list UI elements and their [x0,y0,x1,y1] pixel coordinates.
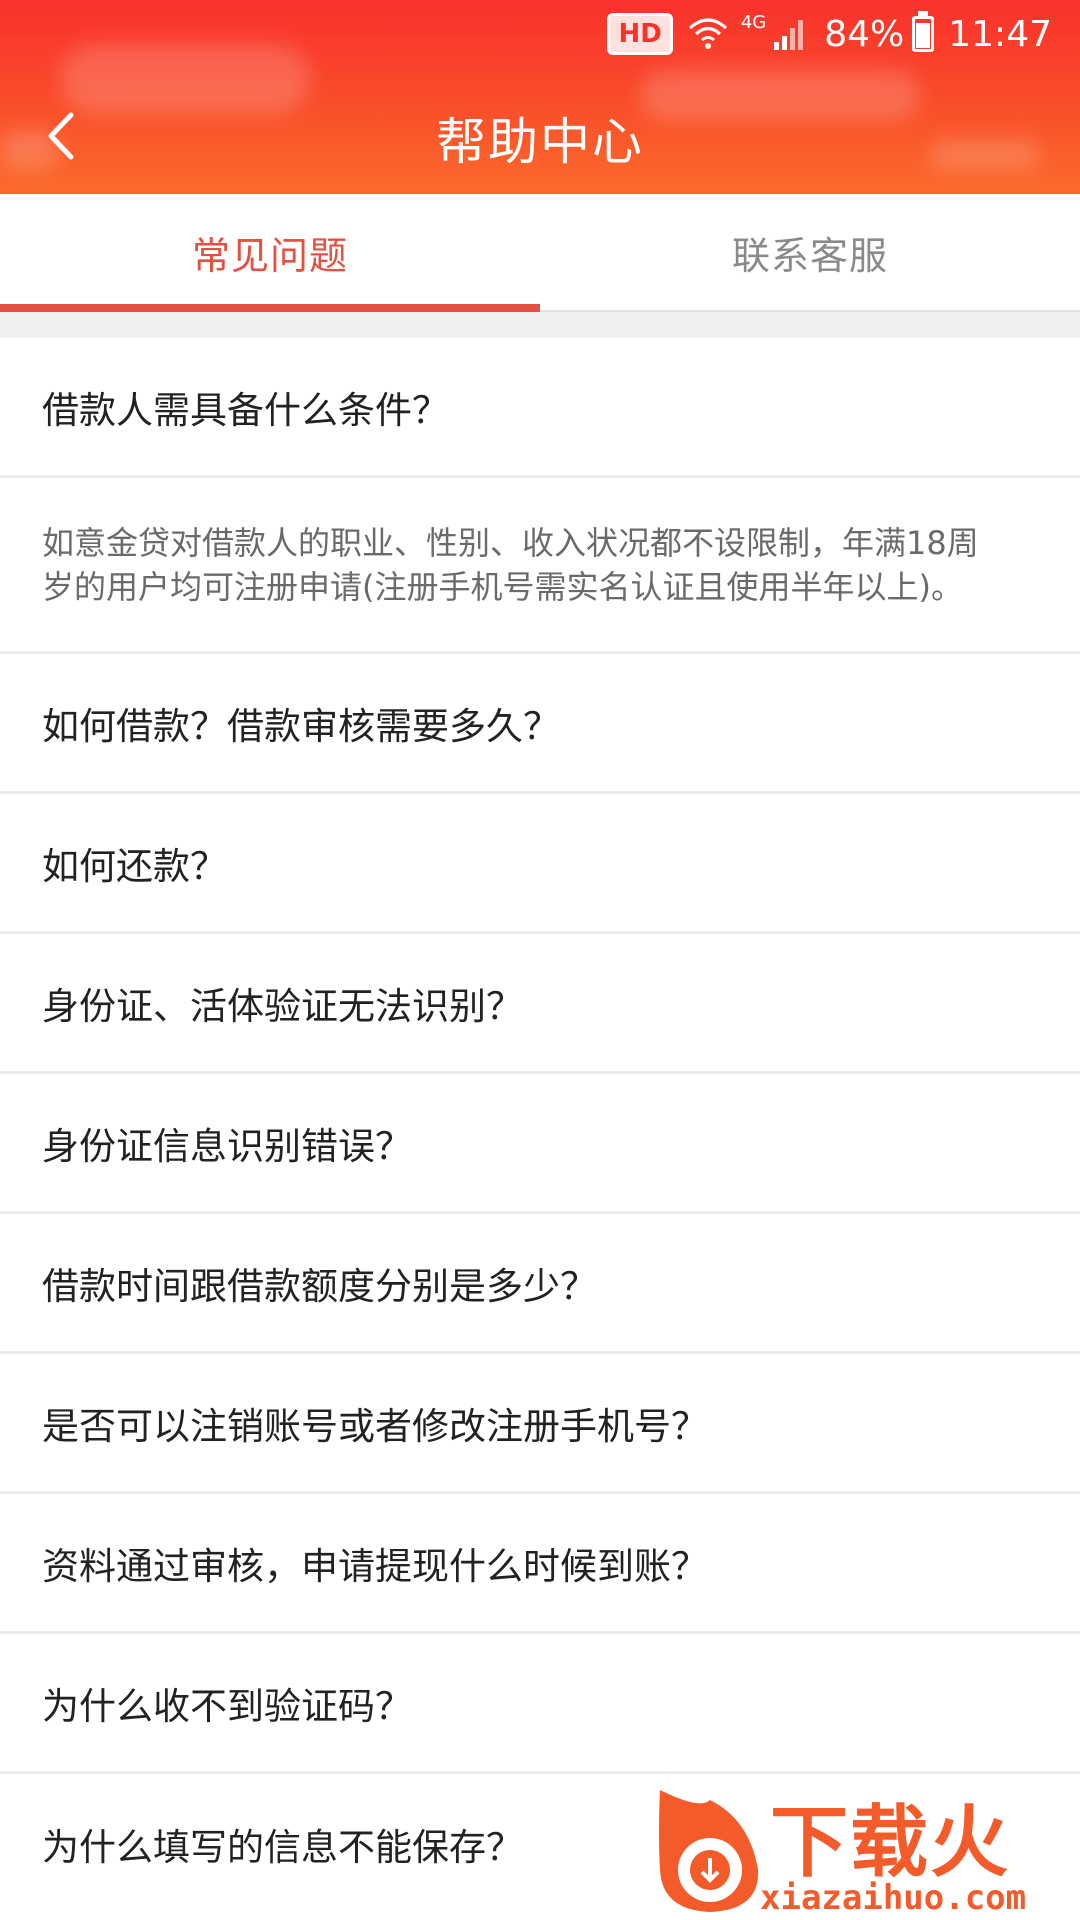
watermark-name: 下载火 [770,1798,1011,1888]
faq-question[interactable]: 是否可以注销账号或者修改注册手机号？ [0,1354,1080,1494]
network-type-label: 4G [740,11,767,33]
faq-question[interactable]: 为什么收不到验证码？ [0,1634,1080,1774]
battery-percent: 84% [824,13,905,55]
section-divider [0,312,1080,338]
faq-question[interactable]: 身份证信息识别错误？ [0,1074,1080,1214]
clock: 11:47 [948,13,1052,55]
faq-question[interactable]: 资料通过审核，申请提现什么时候到账？ [0,1494,1080,1634]
faq-answer-eligibility: 如意金贷对借款人的职业、性别、收入状况都不设限制，年满18周 岁的用户均可注册申… [0,478,1080,654]
faq-question[interactable]: 如何借款？借款审核需要多久？ [0,654,1080,794]
battery-icon [912,11,935,52]
tab-contact-service[interactable]: 联系客服 [540,194,1080,310]
faq-answer-line: 如意金贷对借款人的职业、性别、收入状况都不设限制，年满18周 [42,523,979,562]
faq-question[interactable]: 如何还款？ [0,794,1080,934]
watermark-logo: 下载火 xiazaihuo.com [640,1780,1080,1920]
watermark-url: xiazaihuo.com [760,1878,1027,1918]
app-header: HD 4G 84% 11:47 帮助中心 [0,0,1080,194]
signal-icon [772,18,806,50]
faq-question[interactable]: 借款时间跟借款额度分别是多少？ [0,1214,1080,1354]
tab-bar: 常见问题 联系客服 [0,194,1080,312]
page-title: 帮助中心 [436,113,644,171]
faq-question[interactable]: 身份证、活体验证无法识别？ [0,934,1080,1074]
faq-answer-line: 岁的用户均可注册申请(注册手机号需实名认证且使用半年以上)。 [42,567,963,606]
wifi-icon [687,16,729,52]
flame-logo-icon [659,1790,759,1912]
faq-list: 借款人需具备什么条件？ 如意金贷对借款人的职业、性别、收入状况都不设限制，年满1… [0,338,1080,1914]
help-center-page: HD 4G 84% 11:47 帮助中心 常见问题 联系客服 借款人需具备什么条… [0,0,1080,1920]
status-bar: HD 4G 84% 11:47 [607,10,1052,58]
faq-question-eligibility[interactable]: 借款人需具备什么条件？ [0,338,1080,478]
hd-badge: HD [607,13,673,55]
tab-faq[interactable]: 常见问题 [0,194,540,312]
